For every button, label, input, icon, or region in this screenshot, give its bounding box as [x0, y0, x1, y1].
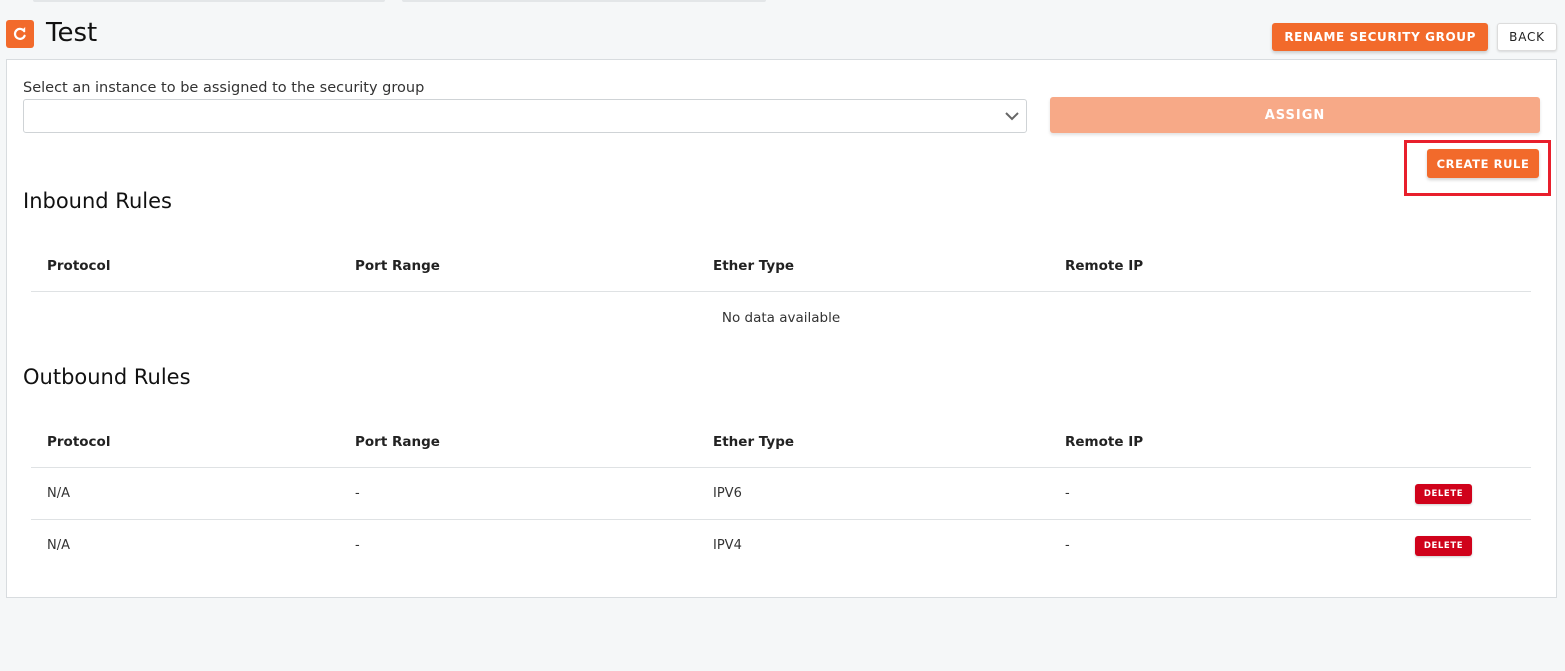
cell-port-range: - [355, 486, 360, 501]
page-header: Test RENAME SECURITY GROUP BACK [6, 16, 1557, 52]
table-row: N/A - IPV4 - DELETE [31, 520, 1531, 572]
column-header-ether-type[interactable]: Ether Type [713, 417, 794, 468]
column-header-remote-ip[interactable]: Remote IP [1065, 417, 1143, 468]
back-button[interactable]: BACK [1497, 23, 1557, 51]
column-header-ether-type[interactable]: Ether Type [713, 241, 794, 292]
refresh-icon[interactable] [6, 20, 34, 48]
top-tab-2[interactable] [402, 0, 766, 2]
top-tab-1[interactable] [33, 0, 385, 2]
instance-select-label: Select an instance to be assigned to the… [23, 80, 425, 96]
column-header-remote-ip[interactable]: Remote IP [1065, 241, 1143, 292]
column-header-port-range[interactable]: Port Range [355, 241, 440, 292]
instance-select[interactable] [23, 99, 1027, 133]
page-title: Test [46, 18, 98, 48]
cell-remote-ip: - [1065, 538, 1070, 553]
rename-security-group-button[interactable]: RENAME SECURITY GROUP [1272, 23, 1488, 51]
create-rule-button[interactable]: CREATE RULE [1427, 149, 1539, 178]
column-header-protocol[interactable]: Protocol [47, 241, 110, 292]
delete-rule-button[interactable]: DELETE [1415, 536, 1472, 556]
inbound-rules-title: Inbound Rules [23, 189, 172, 213]
table-header: Protocol Port Range Ether Type Remote IP [31, 417, 1531, 468]
security-group-card: Select an instance to be assigned to the… [6, 59, 1557, 598]
outbound-rules-table: Protocol Port Range Ether Type Remote IP… [31, 417, 1531, 572]
column-header-port-range[interactable]: Port Range [355, 417, 440, 468]
cell-remote-ip: - [1065, 486, 1070, 501]
cell-ether-type: IPV6 [713, 486, 742, 501]
empty-state-text: No data available [721, 310, 841, 326]
assign-button[interactable]: ASSIGN [1050, 97, 1540, 133]
cell-protocol: N/A [47, 538, 70, 553]
cell-protocol: N/A [47, 486, 70, 501]
cell-port-range: - [355, 538, 360, 553]
table-header: Protocol Port Range Ether Type Remote IP [31, 241, 1531, 292]
inbound-rules-table: Protocol Port Range Ether Type Remote IP… [31, 241, 1531, 344]
column-header-protocol[interactable]: Protocol [47, 417, 110, 468]
outbound-rules-title: Outbound Rules [23, 365, 191, 389]
chevron-down-icon [1005, 112, 1019, 121]
table-row: N/A - IPV6 - DELETE [31, 468, 1531, 520]
cell-ether-type: IPV4 [713, 538, 742, 553]
delete-rule-button[interactable]: DELETE [1415, 484, 1472, 504]
